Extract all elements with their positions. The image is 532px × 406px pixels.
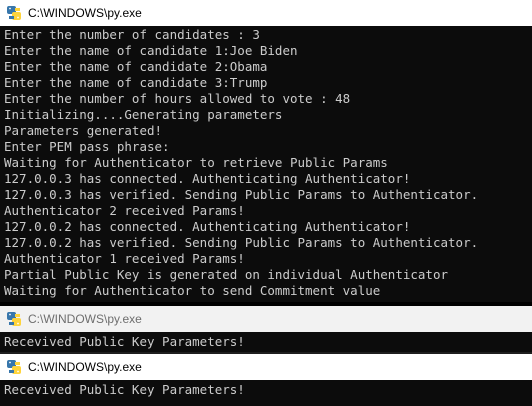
python-icon <box>7 312 21 326</box>
console-line: Enter the number of candidates : 3 <box>4 27 260 42</box>
console-line: Enter the number of hours allowed to vot… <box>4 91 351 106</box>
console-line: Authenticator 2 received Params! <box>4 203 245 218</box>
console-line: Recevived Public Key Parameters! <box>4 382 245 397</box>
console-line: Waiting for Authenticator to retrieve Pu… <box>4 155 388 170</box>
window-title: C:\WINDOWS\py.exe <box>28 312 142 326</box>
console-line: Recevived Public Key Parameters! <box>4 334 245 349</box>
console-line: 127.0.0.3 has connected. Authenticating … <box>4 171 411 186</box>
window-titlebar[interactable]: C:\WINDOWS\py.exe <box>0 354 532 380</box>
console-line: Waiting for Authenticator to send Commit… <box>4 283 381 298</box>
console-line: Initializing....Generating parameters <box>4 107 283 122</box>
console-line: Enter PEM pass phrase: <box>4 139 170 154</box>
window-title: C:\WINDOWS\py.exe <box>28 6 142 20</box>
console-output[interactable]: Recevived Public Key Parameters! <box>0 380 532 398</box>
console-line: 127.0.0.3 has verified. Sending Public P… <box>4 187 479 202</box>
console-line: 127.0.0.2 has verified. Sending Public P… <box>4 235 479 250</box>
console-line: 127.0.0.2 has connected. Authenticating … <box>4 219 411 234</box>
console-line: Enter the name of candidate 2:Obama <box>4 59 268 74</box>
python-icon <box>7 360 21 374</box>
window-titlebar[interactable]: C:\WINDOWS\py.exe <box>0 306 532 332</box>
console-line: Parameters generated! <box>4 123 163 138</box>
python-icon <box>7 6 21 20</box>
console-line: Enter the name of candidate 3:Trump <box>4 75 268 90</box>
console-line: Enter the name of candidate 1:Joe Biden <box>4 43 298 58</box>
console-window-3[interactable]: C:\WINDOWS\py.exe Recevived Public Key P… <box>0 354 532 406</box>
console-window-1[interactable]: C:\WINDOWS\py.exe Enter the number of ca… <box>0 0 532 302</box>
window-titlebar[interactable]: C:\WINDOWS\py.exe <box>0 0 532 26</box>
console-output[interactable]: Recevived Public Key Parameters! <box>0 332 532 350</box>
window-title: C:\WINDOWS\py.exe <box>28 360 142 374</box>
console-line: Authenticator 1 received Params! <box>4 251 245 266</box>
console-line: Partial Public Key is generated on indiv… <box>4 267 449 282</box>
console-output[interactable]: Enter the number of candidates : 3 Enter… <box>0 26 532 299</box>
console-window-2[interactable]: C:\WINDOWS\py.exe Recevived Public Key P… <box>0 306 532 354</box>
